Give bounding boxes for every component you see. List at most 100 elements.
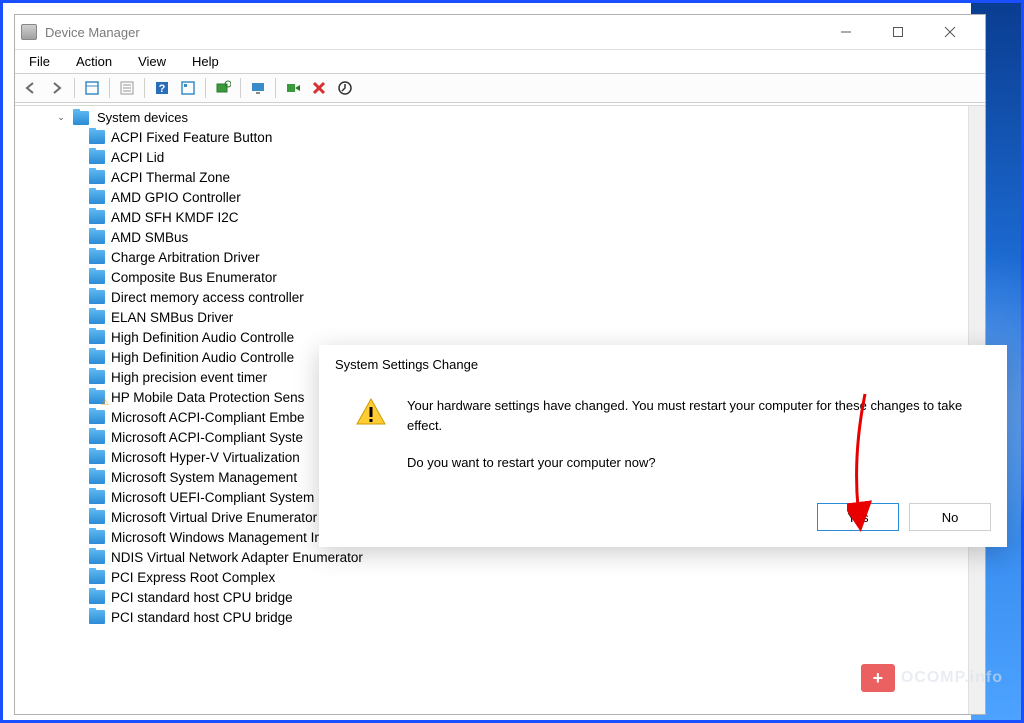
scan-hardware-icon[interactable] [211,76,235,100]
device-icon [89,130,105,144]
system-settings-change-dialog: System Settings Change Your hardware set… [319,345,1007,547]
menu-file[interactable]: File [23,52,56,71]
tree-item[interactable]: ACPI Thermal Zone [89,167,985,187]
tree-item-label: ACPI Fixed Feature Button [111,130,272,145]
tree-item-label: Microsoft UEFI-Compliant System [111,490,314,505]
help-icon[interactable]: ? [150,76,174,100]
tree-item-label: ACPI Lid [111,150,164,165]
tree-item-label: PCI standard host CPU bridge [111,590,293,605]
chevron-down-icon[interactable]: ⌄ [55,112,67,124]
menubar: File Action View Help [15,49,985,73]
dialog-message: Your hardware settings have changed. You… [407,396,983,435]
tree-item[interactable]: AMD SFH KMDF I2C [89,207,985,227]
tree-item-label: PCI Express Root Complex [111,570,275,585]
device-icon [89,430,105,444]
window-title: Device Manager [45,25,831,40]
tree-item[interactable]: NDIS Virtual Network Adapter Enumerator [89,547,985,567]
tree-item[interactable]: Composite Bus Enumerator [89,267,985,287]
show-hide-console-icon[interactable] [80,76,104,100]
titlebar: Device Manager [15,15,985,49]
device-icon [89,230,105,244]
device-icon [89,370,105,384]
forward-arrow-icon[interactable] [45,76,69,100]
dialog-question: Do you want to restart your computer now… [407,453,983,473]
device-warning-icon [89,390,105,404]
tree-item[interactable]: Charge Arbitration Driver [89,247,985,267]
device-icon [89,450,105,464]
device-icon [89,310,105,324]
device-icon [89,330,105,344]
device-icon [89,190,105,204]
device-icon [89,570,105,584]
tree-item-label: HP Mobile Data Protection Sens [111,390,304,405]
device-icon [89,410,105,424]
device-icon [89,510,105,524]
enable-device-icon[interactable] [281,76,305,100]
update-driver-icon[interactable] [333,76,357,100]
tree-item-label: Microsoft System Management [111,470,297,485]
back-arrow-icon[interactable] [19,76,43,100]
tree-item-label: High Definition Audio Controlle [111,350,294,365]
device-icon [89,610,105,624]
device-icon [89,210,105,224]
tree-item[interactable]: PCI standard host CPU bridge [89,607,985,627]
device-icon [89,150,105,164]
delete-icon[interactable] [307,76,331,100]
tree-item-label: Microsoft ACPI-Compliant Embe [111,410,305,425]
tree-item-label: Charge Arbitration Driver [111,250,260,265]
tree-item-label: Composite Bus Enumerator [111,270,277,285]
close-button[interactable] [935,20,965,44]
dialog-title: System Settings Change [319,345,1007,378]
tree-item[interactable]: High Definition Audio Controlle [89,327,985,347]
minimize-button[interactable] [831,20,861,44]
tree-item-label: High Definition Audio Controlle [111,330,294,345]
tree-item-label: ACPI Thermal Zone [111,170,230,185]
tree-item-label: Microsoft ACPI-Compliant Syste [111,430,303,445]
warning-icon [355,396,387,428]
tree-item[interactable]: Direct memory access controller [89,287,985,307]
yes-button[interactable]: Yes [817,503,899,531]
menu-help[interactable]: Help [186,52,225,71]
tree-item-label: NDIS Virtual Network Adapter Enumerator [111,550,363,565]
tree-item[interactable]: PCI standard host CPU bridge [89,587,985,607]
tree-item[interactable]: ACPI Lid [89,147,985,167]
menu-view[interactable]: View [132,52,172,71]
watermark: + OCOMP.info [861,664,1003,692]
device-icon [89,530,105,544]
watermark-badge-icon: + [861,664,895,692]
tree-item-label: AMD SMBus [111,230,188,245]
device-icon [89,590,105,604]
device-icon [89,490,105,504]
tree-item-label: Microsoft Virtual Drive Enumerator [111,510,317,525]
device-icon [89,290,105,304]
svg-text:?: ? [159,83,166,95]
folder-icon [73,111,89,125]
app-icon [21,24,37,40]
device-icon [89,350,105,364]
tree-item-label: Direct memory access controller [111,290,304,305]
properties-icon[interactable] [115,76,139,100]
tree-root-system-devices[interactable]: ⌄ System devices [37,108,985,127]
tree-item-label: High precision event timer [111,370,267,385]
device-icon [89,170,105,184]
toolbar: ? [15,73,985,103]
tree-item[interactable]: PCI Express Root Complex [89,567,985,587]
tree-item[interactable]: AMD SMBus [89,227,985,247]
tree-item-label: ELAN SMBus Driver [111,310,233,325]
tree-item[interactable]: ACPI Fixed Feature Button [89,127,985,147]
refresh-icon[interactable] [176,76,200,100]
monitor-icon[interactable] [246,76,270,100]
tree-item[interactable]: ELAN SMBus Driver [89,307,985,327]
tree-item-label: PCI standard host CPU bridge [111,610,293,625]
maximize-button[interactable] [883,20,913,44]
device-icon [89,470,105,484]
tree-item[interactable]: AMD GPIO Controller [89,187,985,207]
tree-item-label: Microsoft Hyper-V Virtualization [111,450,300,465]
device-icon [89,250,105,264]
menu-action[interactable]: Action [70,52,118,71]
watermark-text: OCOMP.info [901,669,1003,687]
device-icon [89,270,105,284]
tree-item-label: AMD SFH KMDF I2C [111,210,239,225]
no-button[interactable]: No [909,503,991,531]
tree-item-label: AMD GPIO Controller [111,190,241,205]
